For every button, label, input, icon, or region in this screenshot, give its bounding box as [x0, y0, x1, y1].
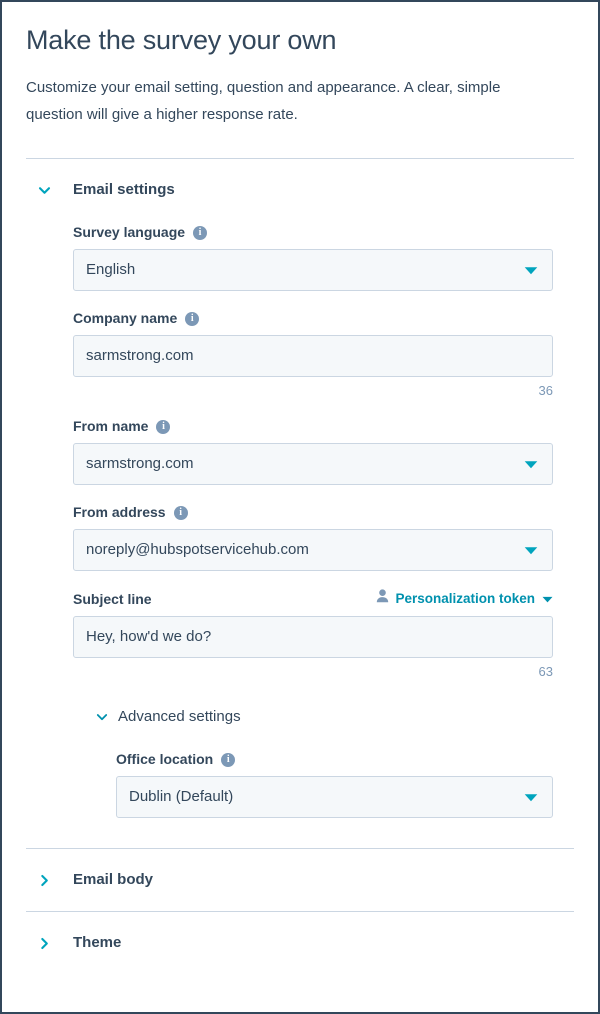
- value-from-name: sarmstrong.com: [86, 455, 194, 472]
- caret-down-icon: [524, 460, 552, 469]
- info-icon[interactable]: i: [221, 753, 236, 767]
- personalization-token-button[interactable]: Personalization token: [376, 589, 553, 608]
- survey-settings-screen: Make the survey your own Customize your …: [0, 0, 600, 1014]
- chevron-down-icon: [96, 711, 118, 723]
- value-company-name: sarmstrong.com: [86, 347, 194, 364]
- personalization-token-label: Personalization token: [395, 590, 535, 606]
- field-survey-language: Survey language i English: [73, 200, 553, 291]
- label-text-office-location: Office location: [116, 751, 214, 767]
- label-text-survey-language: Survey language: [73, 224, 186, 240]
- field-office-location: Office location i Dublin (Default): [116, 727, 553, 818]
- person-icon: [376, 589, 389, 608]
- value-survey-language: English: [86, 261, 136, 278]
- label-subject-line: Subject line: [73, 590, 152, 608]
- char-counter-company-name: 36: [538, 383, 553, 398]
- value-subject-line: Hey, how'd we do?: [86, 628, 212, 645]
- info-icon[interactable]: i: [156, 420, 171, 434]
- section-header-email-body[interactable]: Email body: [26, 849, 574, 911]
- section-title-advanced-settings: Advanced settings: [118, 708, 241, 725]
- input-subject-line[interactable]: Hey, how'd we do?: [73, 616, 553, 658]
- label-from-name: From name i: [73, 417, 553, 443]
- page-title: Make the survey your own: [26, 25, 337, 55]
- select-survey-language[interactable]: English: [73, 249, 553, 291]
- label-text-from-address: From address: [73, 504, 166, 520]
- char-counter-subject-line: 63: [538, 664, 553, 679]
- chevron-down-icon: [26, 184, 54, 197]
- select-from-address[interactable]: noreply@hubspotservicehub.com: [73, 529, 553, 571]
- label-text-subject-line: Subject line: [73, 590, 152, 607]
- caret-down-icon: [524, 546, 552, 555]
- section-header-email-settings[interactable]: Email settings: [26, 159, 574, 200]
- caret-down-icon: [542, 590, 553, 608]
- label-office-location: Office location i: [116, 750, 553, 776]
- info-icon[interactable]: i: [173, 506, 188, 520]
- label-text-company-name: Company name: [73, 310, 178, 326]
- input-company-name[interactable]: sarmstrong.com: [73, 335, 553, 377]
- caret-down-icon: [524, 793, 552, 802]
- label-text-from-name: From name: [73, 418, 149, 434]
- section-title-theme: Theme: [73, 934, 122, 951]
- survey-settings-page: Make the survey your own Customize your …: [2, 2, 598, 1012]
- chevron-right-icon: [26, 874, 54, 887]
- info-icon[interactable]: i: [185, 312, 200, 326]
- advanced-settings-group: Advanced settings Office location i Dubl…: [73, 680, 553, 818]
- field-company-name: Company name i sarmstrong.com 36: [73, 291, 553, 399]
- label-from-address: From address i: [73, 503, 553, 529]
- value-from-address: noreply@hubspotservicehub.com: [86, 541, 309, 558]
- section-header-theme[interactable]: Theme: [26, 912, 574, 974]
- advanced-settings-fields: Office location i Dublin (Default): [96, 727, 553, 818]
- info-icon[interactable]: i: [193, 226, 208, 240]
- field-from-address: From address i noreply@hubspotservicehub…: [73, 485, 553, 571]
- section-title-email-body: Email body: [73, 871, 154, 888]
- caret-down-icon: [524, 266, 552, 275]
- select-from-name[interactable]: sarmstrong.com: [73, 443, 553, 485]
- field-from-name: From name i sarmstrong.com: [73, 399, 553, 485]
- section-header-advanced-settings[interactable]: Advanced settings: [96, 707, 553, 727]
- chevron-right-icon: [26, 937, 54, 950]
- section-title-email-settings: Email settings: [73, 181, 175, 198]
- page-description: Customize your email setting, question a…: [26, 79, 501, 123]
- label-company-name: Company name i: [73, 309, 553, 335]
- field-subject-line: Subject line Personalization token Hey, …: [73, 571, 553, 680]
- value-office-location: Dublin (Default): [129, 788, 234, 805]
- label-row-subject-line: Subject line Personalization token: [73, 589, 553, 616]
- email-settings-fields: Survey language i English Company name i…: [26, 200, 574, 848]
- label-survey-language: Survey language i: [73, 223, 553, 249]
- select-office-location[interactable]: Dublin (Default): [116, 776, 553, 818]
